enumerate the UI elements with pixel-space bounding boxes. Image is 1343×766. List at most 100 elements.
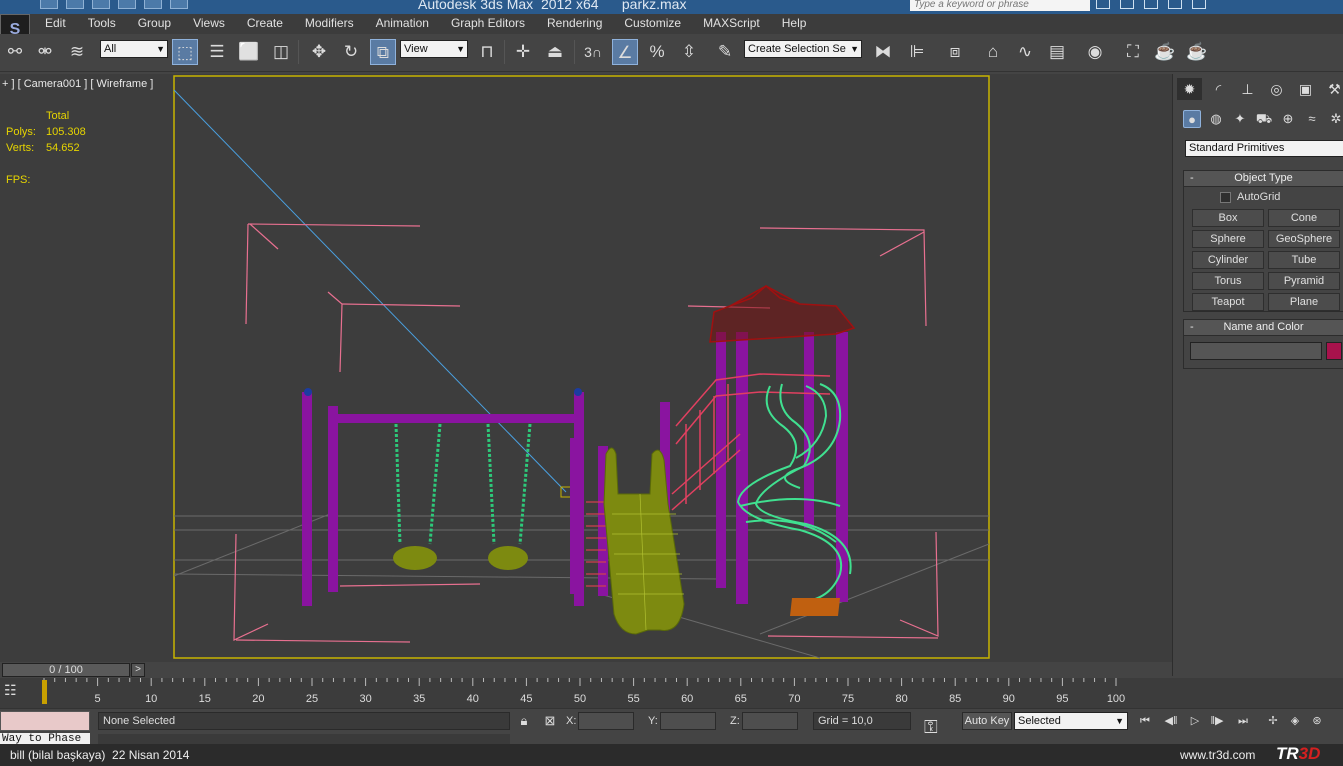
keyboard-shortcut-override-icon[interactable]: ⏏ [542, 39, 568, 65]
orbit-icon[interactable]: ◈ [1284, 713, 1306, 729]
primitive-type-dropdown[interactable]: Standard Primitives [1185, 140, 1343, 157]
menu-rendering[interactable]: Rendering [536, 16, 613, 31]
menu-edit[interactable]: Edit [34, 16, 77, 31]
time-slider-handle[interactable]: 0 / 100 [2, 663, 130, 677]
camera-viewport[interactable]: + ] [ Camera001 ] [ Wireframe ] Total Po… [0, 74, 1172, 662]
select-and-link-icon[interactable]: ⚯ [2, 39, 28, 65]
layer-manager-icon[interactable]: ⧈ [942, 39, 968, 65]
curve-editor-icon[interactable]: ∿ [1012, 39, 1038, 65]
binoculars-icon[interactable] [1096, 0, 1110, 9]
next-frame-button[interactable]: > [131, 663, 145, 677]
favorites-icon[interactable] [1168, 0, 1182, 9]
select-and-manipulate-icon[interactable]: ✛ [510, 39, 536, 65]
previous-frame-icon[interactable]: ◀‖ [1160, 713, 1182, 729]
menu-maxscript[interactable]: MAXScript [692, 16, 771, 31]
select-object-icon[interactable]: ⬚ [172, 39, 198, 65]
select-by-name-icon[interactable]: ☰ [204, 39, 230, 65]
sphere-button[interactable]: Sphere [1192, 230, 1264, 248]
angle-snap-icon[interactable]: ∠ [612, 39, 638, 65]
unlink-selection-icon[interactable]: ⚮ [32, 39, 58, 65]
utilities-tab-icon[interactable]: ⚒ [1322, 78, 1343, 100]
toggle-ribbon-icon[interactable]: ⌂ [980, 39, 1006, 65]
object-color-swatch[interactable] [1326, 342, 1342, 360]
save-file-icon[interactable] [92, 0, 110, 9]
select-and-move-icon[interactable]: ✥ [306, 39, 332, 65]
select-and-scale-icon[interactable]: ⧉ [370, 39, 396, 65]
menu-help[interactable]: Help [771, 16, 818, 31]
lock-selection-icon[interactable]: 🔒︎ [516, 713, 532, 729]
modify-tab-icon[interactable]: ◜ [1206, 78, 1231, 100]
schematic-view-icon[interactable]: ▤ [1044, 39, 1070, 65]
open-file-icon[interactable] [66, 0, 84, 9]
teapot-button[interactable]: Teapot [1192, 293, 1264, 311]
edit-named-selection-icon[interactable]: ✎ [712, 39, 738, 65]
transform-mode-icon[interactable]: ⊠ [542, 713, 558, 729]
reference-coordinate-dropdown[interactable]: View ▼ [400, 40, 468, 58]
select-and-rotate-icon[interactable]: ↻ [338, 39, 364, 65]
render-setup-icon[interactable]: ⛶ [1120, 39, 1146, 65]
goto-start-icon[interactable]: ⏮ [1134, 713, 1156, 729]
bind-to-space-warp-icon[interactable]: ≋ [64, 39, 90, 65]
frame-ruler[interactable]: 5 10 15 20 25 30 35 40 45 50 55 60 65 70 75 80 85 90 95 100 [42, 678, 1132, 708]
cylinder-button[interactable]: Cylinder [1192, 251, 1264, 269]
pan-view-icon[interactable]: ✢ [1262, 713, 1284, 729]
subscription-icon[interactable] [1120, 0, 1134, 9]
space-warps-icon[interactable]: ≈ [1303, 110, 1321, 128]
selection-filter-dropdown[interactable]: All ▼ [100, 40, 168, 58]
menu-graph-editors[interactable]: Graph Editors [440, 16, 536, 31]
auto-key-button[interactable]: Auto Key [962, 712, 1012, 730]
geometry-icon[interactable]: ● [1183, 110, 1201, 128]
pyramid-button[interactable]: Pyramid [1268, 272, 1340, 290]
object-type-header[interactable]: - Object Type [1184, 171, 1343, 187]
helpers-icon[interactable]: ⊕ [1279, 110, 1297, 128]
z-coordinate-field[interactable] [742, 712, 798, 730]
create-tab-icon[interactable]: ✹ [1177, 78, 1202, 100]
current-frame-marker[interactable] [42, 680, 47, 704]
maxscript-listener-mini[interactable] [0, 711, 90, 731]
percent-snap-icon[interactable]: % [644, 39, 670, 65]
menu-animation[interactable]: Animation [365, 16, 440, 31]
mirror-icon[interactable]: ⧓ [870, 39, 896, 65]
set-key-icon[interactable]: ⚿ [924, 717, 938, 738]
menu-tools[interactable]: Tools [77, 16, 127, 31]
cone-button[interactable]: Cone [1268, 209, 1340, 227]
menu-group[interactable]: Group [127, 16, 182, 31]
search-input[interactable]: Type a keyword or phrase [910, 0, 1090, 11]
rectangular-selection-icon[interactable]: ⬜ [236, 39, 262, 65]
name-and-color-header[interactable]: - Name and Color [1184, 320, 1343, 336]
snaps-toggle-icon[interactable]: 3∩ [580, 39, 606, 65]
use-pivot-center-icon[interactable]: ⊓ [474, 39, 500, 65]
display-tab-icon[interactable]: ▣ [1293, 78, 1318, 100]
menu-modifiers[interactable]: Modifiers [294, 16, 365, 31]
rendered-frame-window-icon[interactable]: ☕ [1152, 39, 1178, 65]
systems-icon[interactable]: ✲ [1327, 110, 1343, 128]
checkbox-box[interactable] [1220, 191, 1231, 203]
communication-icon[interactable] [1144, 0, 1158, 9]
mini-curve-editor-icon[interactable]: ☷ [4, 682, 22, 700]
shapes-icon[interactable]: ◍ [1207, 110, 1225, 128]
viewport-label[interactable]: + ] [ Camera001 ] [ Wireframe ] [2, 78, 153, 90]
help-icon[interactable] [1192, 0, 1206, 9]
project-folder-icon[interactable] [170, 0, 188, 9]
zoom-extents-icon[interactable]: ⊛ [1306, 713, 1328, 729]
spinner-snap-icon[interactable]: ⇳ [676, 39, 702, 65]
window-crossing-icon[interactable]: ◫ [268, 39, 294, 65]
menu-create[interactable]: Create [236, 16, 294, 31]
redo-icon[interactable] [144, 0, 162, 9]
box-button[interactable]: Box [1192, 209, 1264, 227]
object-name-field[interactable] [1190, 342, 1322, 360]
menu-customize[interactable]: Customize [613, 16, 692, 31]
autogrid-checkbox[interactable]: AutoGrid [1220, 191, 1280, 203]
torus-button[interactable]: Torus [1192, 272, 1264, 290]
menu-views[interactable]: Views [182, 16, 236, 31]
material-editor-icon[interactable]: ◉ [1082, 39, 1108, 65]
y-coordinate-field[interactable] [660, 712, 716, 730]
lights-icon[interactable]: ✦ [1231, 110, 1249, 128]
named-selection-sets-dropdown[interactable]: Create Selection Se ▼ [744, 40, 862, 58]
hierarchy-tab-icon[interactable]: ⊥ [1235, 78, 1260, 100]
goto-end-icon[interactable]: ⏭ [1232, 713, 1254, 729]
plane-button[interactable]: Plane [1268, 293, 1340, 311]
cameras-icon[interactable]: ⛟ [1255, 110, 1273, 128]
render-production-icon[interactable]: ☕ [1184, 39, 1210, 65]
geosphere-button[interactable]: GeoSphere [1268, 230, 1340, 248]
